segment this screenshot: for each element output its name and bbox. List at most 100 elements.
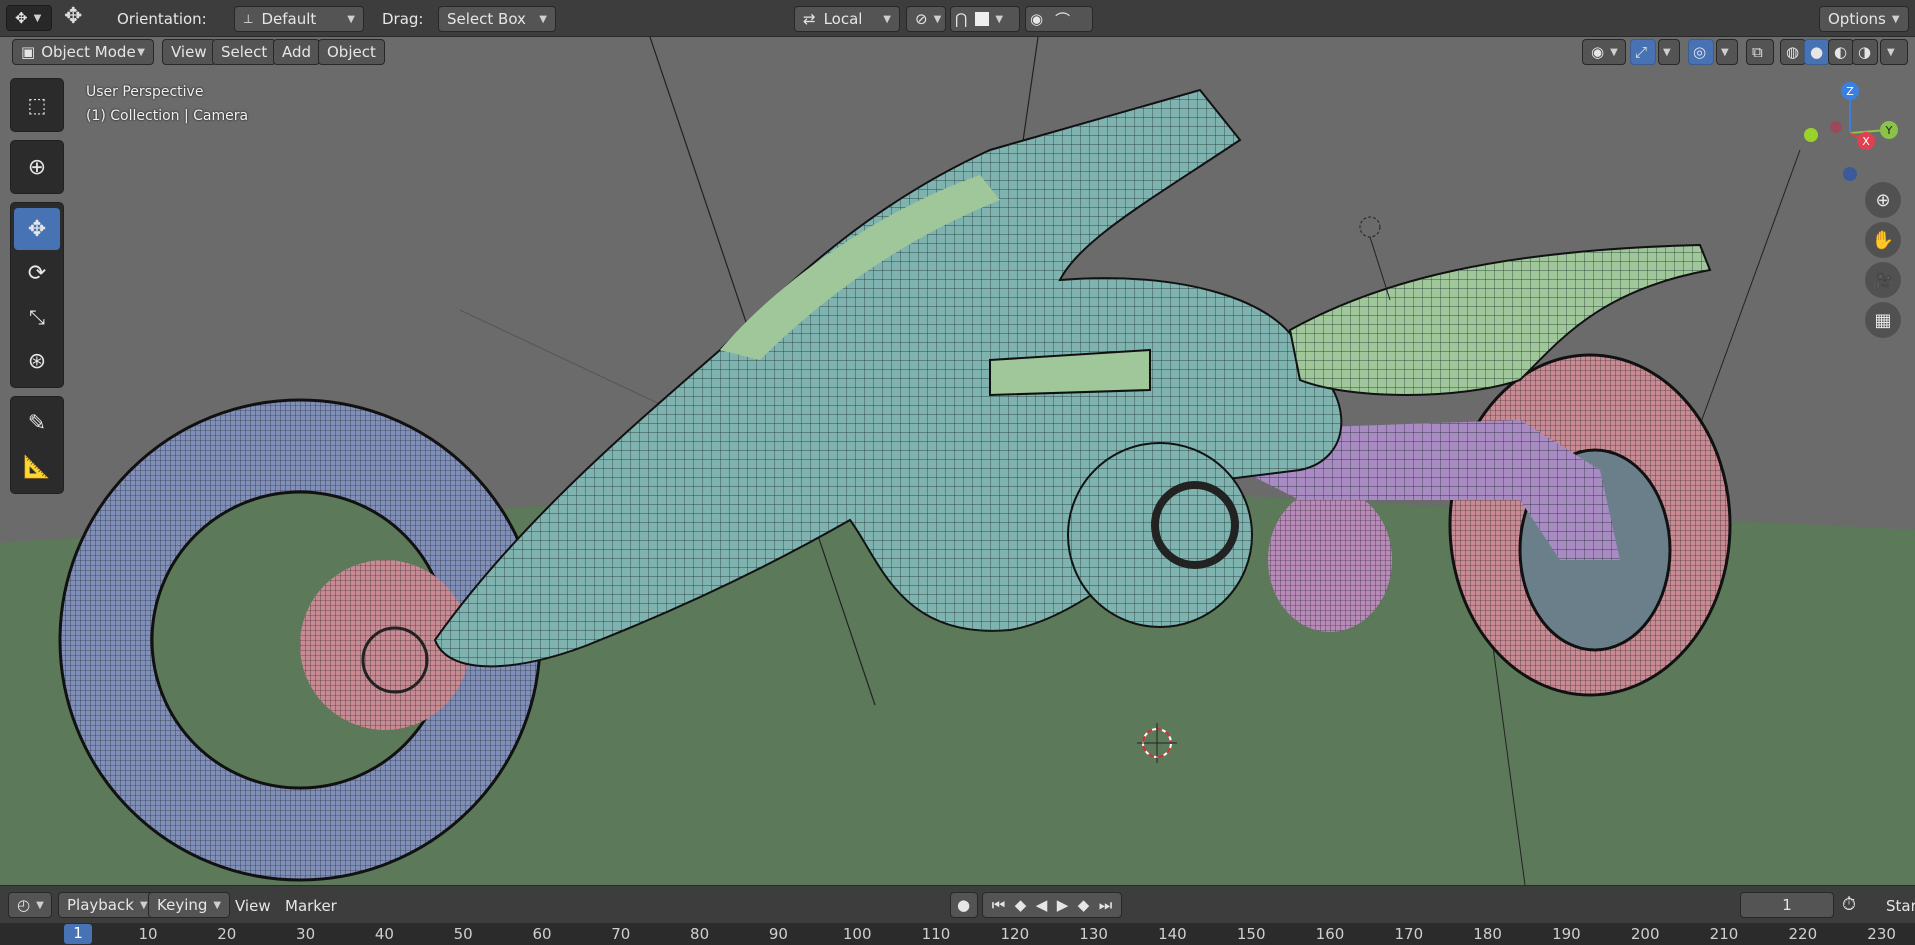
next-keyframe-icon[interactable]: ◆ [1078,896,1090,914]
pencil-icon: ✎ [27,410,47,436]
marker-menu[interactable]: Marker [285,897,337,915]
ruler-tick: 90 [768,925,788,943]
magnet-icon: ⋂ [955,10,968,28]
options-dropdown[interactable]: Options ▼ [1819,6,1909,32]
annotate-tool[interactable]: ✎ [14,402,60,444]
select-box-tool[interactable]: ⬚ [14,84,60,126]
clock-icon: ◴ [17,896,31,914]
drag-value: Select Box [447,10,526,28]
ruler-tick: 10 [138,925,158,943]
options-label: Options [1828,10,1886,28]
material-icon: ◐ [1834,43,1848,61]
visibility-dropdown[interactable]: ◉ ▼ [1582,39,1626,65]
proportional-editing[interactable]: ◉ ⌒ [1025,6,1093,32]
ruler-tick: 150 [1236,925,1266,943]
ruler-tick: 20 [217,925,237,943]
ruler-tick: 70 [611,925,631,943]
snap-dropdown[interactable]: ⊘ ▼ [906,6,946,32]
overlay-dropdown[interactable]: ▼ [1716,39,1738,65]
shading-dropdown[interactable]: ▼ [1880,39,1908,65]
camera-icon: 🎥 [1873,270,1893,290]
scale-icon: ⤡ [29,305,45,329]
orientation-label: Orientation: [117,10,207,28]
ortho-toggle-button[interactable]: ▦ [1865,302,1901,338]
shading-rendered[interactable]: ◑ [1852,39,1878,65]
ruler-tick: 210 [1709,925,1739,943]
ruler-tick: 80 [690,925,710,943]
xray-toggle[interactable]: ⧉ [1746,39,1774,65]
stopwatch-icon: ⏱ [1842,894,1857,915]
neg-z-handle [1843,167,1857,181]
jump-start-icon[interactable]: ⏮ [992,896,1006,914]
zoom-button[interactable]: ⊕ [1865,182,1901,218]
gizmo-toggle[interactable]: ⤢ [1630,39,1656,65]
mode-dropdown[interactable]: ▣ Object Mode ▼ [12,39,154,65]
ruler-tick: 110 [921,925,951,943]
zoom-icon: ⊕ [1875,189,1891,211]
ruler-tick: 170 [1394,925,1424,943]
falloff-icon: ⌒ [1055,10,1071,29]
record-icon: ● [957,896,971,914]
gizmo-dropdown[interactable]: ▼ [1658,39,1680,65]
ruler-tick: 160 [1315,925,1345,943]
menu-object[interactable]: Object [318,39,385,65]
collection-info: (1) Collection | Camera [86,108,249,124]
shading-solid[interactable]: ● [1804,39,1830,65]
axes-icon: ⊥ [243,12,254,26]
mode-value: Object Mode [41,43,136,61]
overlay-icon: ◎ [1693,43,1707,61]
tool-shelf: ⬚ ⊕ ✥ ⟳ ⤡ ⊛ ✎ 📐 [10,78,64,502]
keying-menu[interactable]: Keying ▼ [148,892,231,918]
wireframe-icon: ◍ [1786,43,1800,61]
select-box-icon: ⬚ [27,93,47,117]
pivot-icon: ⇄ [803,10,816,28]
timeline-editor-type[interactable]: ◴ ▼ [8,892,52,918]
solid-icon: ● [1810,43,1824,61]
shading-material[interactable]: ◐ [1828,39,1854,65]
cursor-tool[interactable]: ⊕ [14,146,60,188]
rotate-tool[interactable]: ⟳ [14,252,60,294]
editor-type-button[interactable]: ✥ ▼ [6,5,52,31]
play-icon[interactable]: ▶ [1057,896,1069,914]
eye-icon: ◉ [1591,43,1605,61]
current-frame-value: 1 [1782,896,1792,914]
record-button[interactable]: ● [950,892,978,918]
scale-tool[interactable]: ⤡ [14,296,60,338]
menu-view[interactable]: View [162,39,216,65]
move-tool[interactable]: ✥ [14,208,60,250]
transform-tool[interactable]: ⊛ [14,340,60,382]
jump-end-icon[interactable]: ⏭ [1099,896,1113,914]
overlay-toggle[interactable]: ◎ [1688,39,1714,65]
menu-add[interactable]: Add [273,39,321,65]
ruler-tick: 180 [1473,925,1502,943]
neg-x-handle [1830,121,1842,133]
pan-button[interactable]: ✋ [1865,222,1901,258]
navigation-gizmo[interactable]: Z Y X [1790,78,1900,188]
measure-tool[interactable]: 📐 [14,446,60,488]
prev-keyframe-icon[interactable]: ◆ [1015,896,1027,914]
current-frame-marker[interactable]: 1 [64,924,92,944]
snap-toggle[interactable]: ⋂ ▼ [950,6,1020,32]
play-reverse-icon[interactable]: ◀ [1036,896,1048,914]
menu-select[interactable]: Select [212,39,277,65]
camera-view-button[interactable]: 🎥 [1865,262,1901,298]
3d-viewport[interactable] [0,37,1915,885]
pivot-value: Local [823,10,863,28]
playback-menu[interactable]: Playback ▼ [58,892,157,918]
frame-ruler[interactable]: 1 10 20 30 40 50 60 70 80 90 100 110 120 130 140 150 16… [0,923,1915,945]
cursor-icon: ⊕ [27,154,47,180]
drag-dropdown[interactable]: Select Box ▼ [438,6,556,32]
move-icon: ✥ [27,216,47,242]
object-mode-icon: ▣ [21,43,36,61]
transform-pivot-dropdown[interactable]: ⇄ Local ▼ [794,6,900,32]
grid-icon: ▦ [1874,309,1892,331]
shading-wireframe[interactable]: ◍ [1780,39,1806,65]
navigation-buttons: ⊕ ✋ 🎥 ▦ [1865,182,1901,342]
current-frame-field[interactable]: 1 [1740,892,1834,918]
x-axis-label: X [1862,135,1870,148]
transform-icon: ✥ [15,9,28,27]
proportional-icon: ◉ [1030,10,1044,28]
orientation-dropdown[interactable]: ⊥ Default ▼ [234,6,364,32]
timeline-view-menu[interactable]: View [235,897,271,915]
orientation-value: Default [261,10,317,28]
